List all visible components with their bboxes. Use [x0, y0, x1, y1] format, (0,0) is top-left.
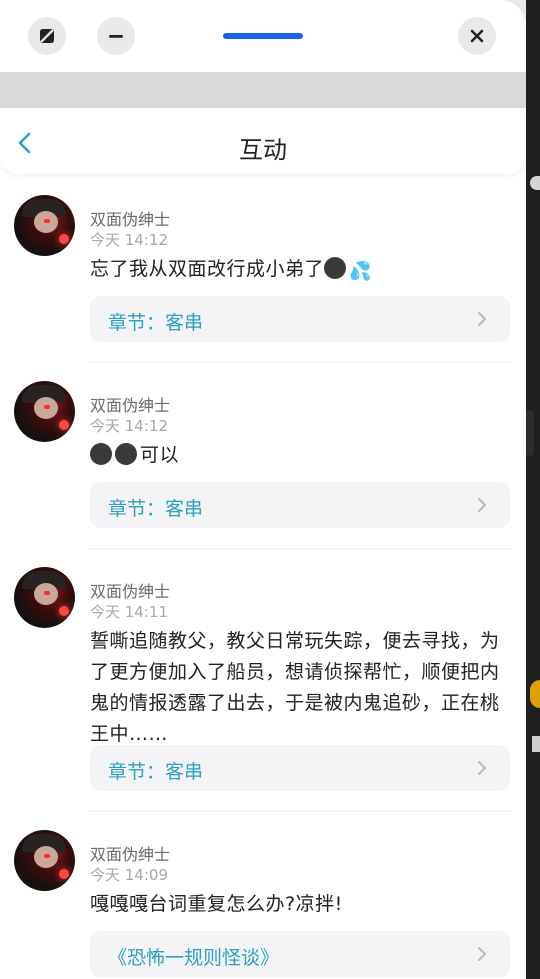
- username: 双面伪绅士: [90, 396, 171, 415]
- chapter-link[interactable]: 章节：客串: [90, 745, 510, 791]
- chapter-label: 《恐怖一规则怪谈》: [108, 947, 280, 969]
- username: 双面伪绅士: [90, 210, 171, 229]
- dark-face-emoji-icon: [324, 257, 347, 279]
- comment-text: 嘎嘎嘎台词重复怎么办?凉拌!: [90, 893, 343, 915]
- page-header: 互动: [0, 108, 526, 174]
- divider: [90, 811, 510, 812]
- interaction-sheet: 互动 双面伪绅士 今天 14:12 忘了我从双面改行成小弟了 💦 章节：客串 双面…: [0, 0, 526, 979]
- chapter-label: 章节：客串: [108, 761, 204, 783]
- comment-text: 可以: [90, 440, 508, 471]
- close-icon: [470, 29, 484, 43]
- timestamp: 今天 14:12: [90, 417, 168, 435]
- split-view-button[interactable]: [28, 17, 66, 55]
- page-title: 互动: [239, 136, 287, 164]
- avatar[interactable]: [14, 830, 75, 891]
- close-button[interactable]: [458, 17, 496, 55]
- chapter-label: 章节：客串: [108, 498, 204, 520]
- chevron-right-icon: [478, 312, 486, 326]
- avatar[interactable]: [14, 381, 75, 442]
- drag-handle[interactable]: [223, 33, 303, 39]
- divider: [90, 548, 510, 549]
- avatar[interactable]: [14, 195, 75, 256]
- dark-face-emoji-icon: [90, 443, 112, 465]
- divider: [90, 362, 510, 363]
- gray-banner: [0, 72, 526, 108]
- chapter-link[interactable]: 章节：客串: [90, 296, 510, 342]
- chapter-label: 章节：客串: [108, 312, 204, 334]
- timestamp: 今天 14:11: [90, 603, 168, 621]
- chevron-right-icon: [478, 498, 486, 512]
- username: 双面伪绅士: [90, 582, 171, 601]
- background-edge: [526, 0, 540, 979]
- comment-text-main: 忘了我从双面改行成小弟了: [90, 258, 325, 280]
- minimize-button[interactable]: [97, 17, 135, 55]
- avatar[interactable]: [14, 567, 75, 628]
- timestamp: 今天 14:12: [90, 231, 168, 249]
- chevron-right-icon: [478, 761, 486, 775]
- comment-text-main: 可以: [140, 444, 180, 466]
- sweat-drops-emoji-icon: 💦: [349, 261, 372, 282]
- chapter-link[interactable]: 《恐怖一规则怪谈》: [90, 931, 510, 977]
- chevron-right-icon: [478, 947, 486, 961]
- split-view-icon: [40, 29, 54, 43]
- window-controls: [0, 0, 526, 72]
- chapter-link[interactable]: 章节：客串: [90, 482, 510, 528]
- comment-text: 誓嘶追随教父，教父日常玩失踪，便去寻找，为了更方便加入了船员，想请侦探帮忙，顺便…: [90, 630, 500, 745]
- dark-face-emoji-icon: [115, 443, 137, 465]
- timestamp: 今天 14:09: [90, 866, 168, 884]
- minimize-icon: [109, 35, 123, 38]
- username: 双面伪绅士: [90, 845, 171, 864]
- comment-text: 忘了我从双面改行成小弟了 💦: [90, 254, 508, 287]
